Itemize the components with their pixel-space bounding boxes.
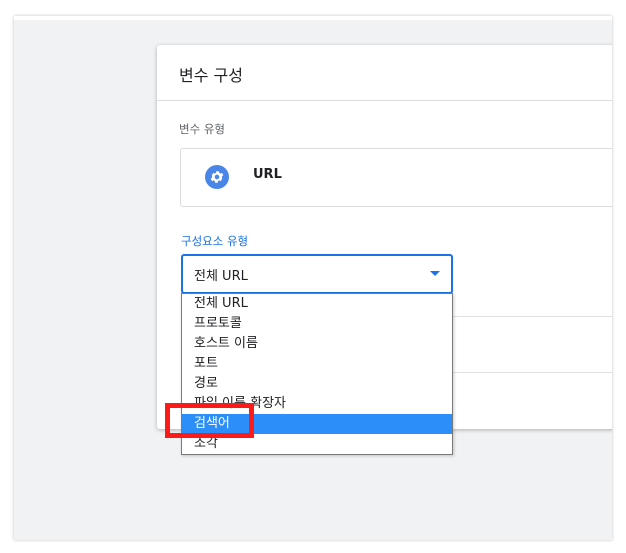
- caret-down-icon: [430, 271, 440, 276]
- dropdown-option-port[interactable]: 포트: [182, 354, 452, 374]
- dropdown-option-path[interactable]: 경로: [182, 374, 452, 394]
- variable-type-name: URL: [253, 167, 282, 182]
- variable-type-label: 변수 유형: [179, 122, 225, 136]
- dropdown-option-protocol[interactable]: 프로토콜: [182, 314, 452, 334]
- top-bar: [14, 16, 612, 20]
- app-background: 변수 구성 변수 유형 URL 구성요소 유형 전체 URL 전체 URL 프로…: [14, 16, 612, 540]
- gear-icon: [205, 165, 229, 189]
- component-type-value: 전체 URL: [194, 269, 248, 284]
- card-title: 변수 구성: [179, 66, 243, 85]
- dropdown-option-host-name[interactable]: 호스트 이름: [182, 334, 452, 354]
- component-type-label: 구성요소 유형: [181, 234, 249, 248]
- component-type-select[interactable]: 전체 URL: [181, 254, 453, 294]
- title-divider: [157, 100, 612, 101]
- dropdown-option-full-url[interactable]: 전체 URL: [182, 294, 452, 314]
- variable-type-selector[interactable]: URL: [180, 148, 612, 207]
- annotation-highlight-box: [165, 403, 254, 438]
